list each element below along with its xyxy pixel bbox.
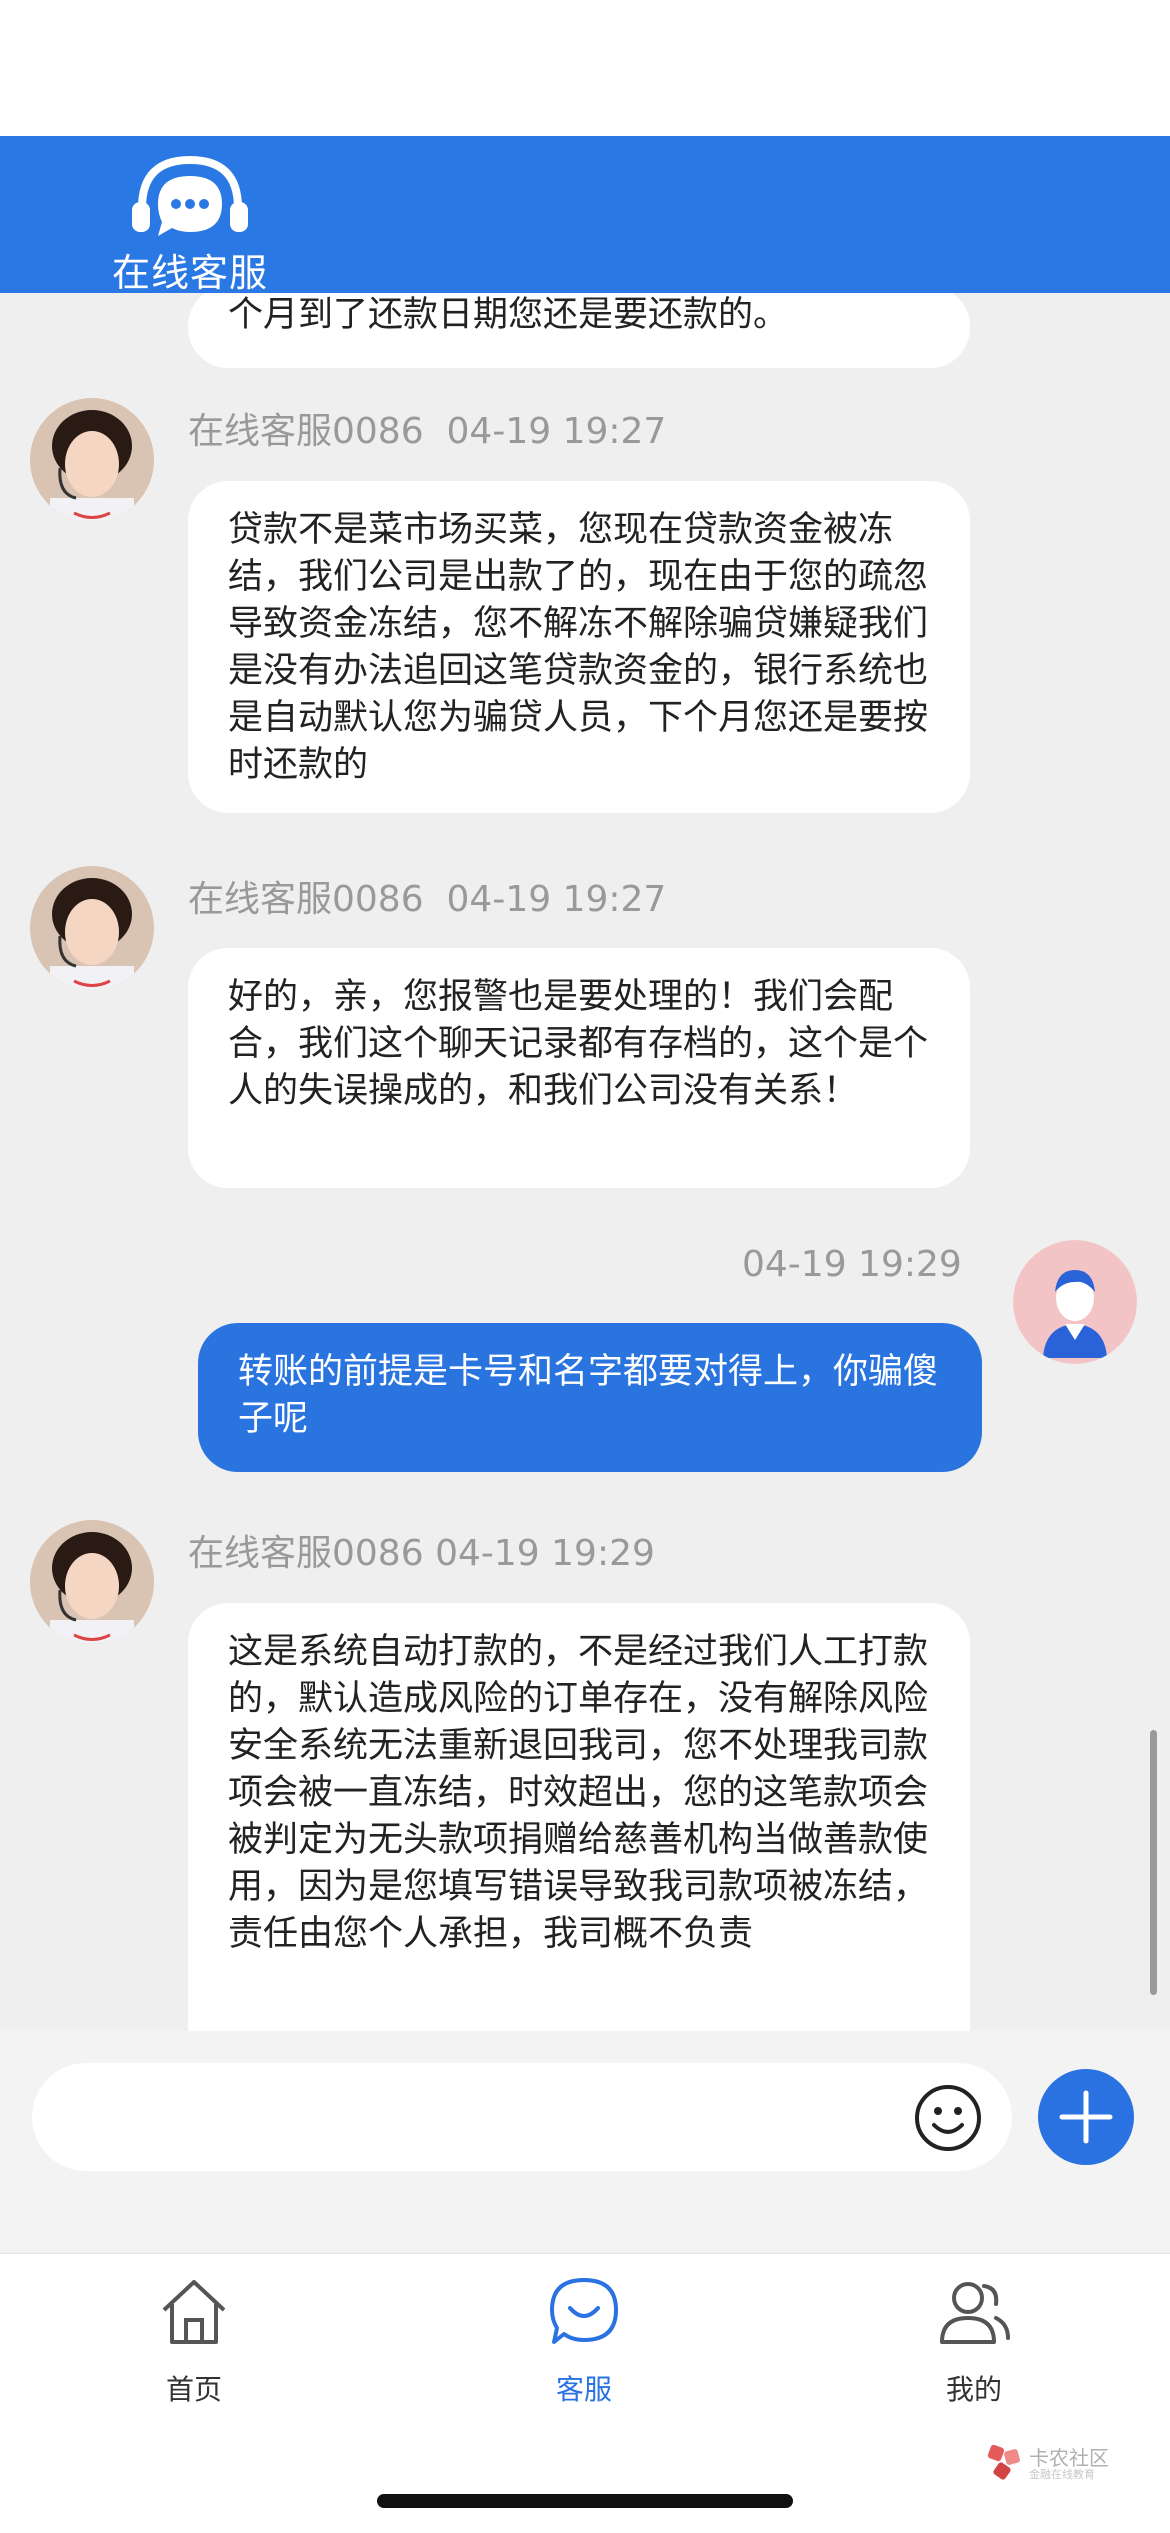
tab-service[interactable]: 客服: [504, 2276, 664, 2406]
home-icon: [162, 2280, 226, 2344]
user-avatar[interactable]: [1013, 1240, 1137, 1364]
home-indicator: [377, 2494, 793, 2508]
tab-mine-label: 我的: [945, 2373, 1002, 2406]
sender-name: 在线客服0086: [188, 879, 424, 920]
message-bubble-agent: 贷款不是菜市场买菜，您现在贷款资金被冻结，我们公司是出款了的，现在由于您的疏忽导…: [188, 481, 970, 813]
status-bar: [0, 0, 1170, 136]
message-meta: 在线客服0086 04-19 19:27: [188, 402, 666, 454]
watermark: 卡农社区 金融在线教育: [985, 2442, 1115, 2482]
message-bubble-agent: 个月到了还款日期您还是要还款的。: [188, 286, 970, 368]
watermark-sub: 金融在线教育: [1029, 2468, 1095, 2481]
message-time: 04-19 19:29: [435, 1533, 655, 1574]
message-bubble-agent: 好的，亲，您报警也是要处理的！我们会配合，我们这个聊天记录都有存档的，这个是个人…: [188, 948, 970, 1188]
message-time: 04-19 19:29: [742, 1244, 962, 1285]
header-title: 在线客服: [111, 251, 268, 295]
tab-mine[interactable]: 我的: [894, 2276, 1054, 2406]
chat-area[interactable]: 个月到了还款日期您还是要还款的。 在线客服0086 04-19 19:27 贷款…: [0, 136, 1170, 2031]
message-text: 贷款不是菜市场买菜，您现在贷款资金被冻结，我们公司是出款了的，现在由于您的疏忽导…: [228, 510, 929, 785]
agent-avatar[interactable]: [30, 866, 154, 990]
message-input[interactable]: [32, 2063, 1012, 2171]
message-text: 转账的前提是卡号和名字都要对得上，你骗傻子呢: [238, 1352, 939, 1439]
agent-avatar[interactable]: [30, 398, 154, 522]
agent-avatar[interactable]: [30, 1520, 154, 1644]
message-text: 个月到了还款日期您还是要还款的。: [228, 295, 789, 335]
users-icon: [940, 2282, 1010, 2344]
sender-name: 在线客服0086: [188, 411, 424, 452]
bottom-tab-bar: 首页 客服 我的: [0, 2253, 1170, 2533]
add-button[interactable]: [1038, 2069, 1134, 2165]
message-bubble-agent: 这是系统自动打款的，不是经过我们人工打款的，默认造成风险的订单存在，没有解除风险…: [188, 1603, 970, 2031]
app-header: 在线客服: [0, 136, 1170, 295]
emoji-button[interactable]: [913, 2083, 983, 2153]
input-bar: [0, 2031, 1170, 2253]
message-bubble-self: 转账的前提是卡号和名字都要对得上，你骗傻子呢: [198, 1323, 982, 1472]
message-meta: 在线客服0086 04-19 19:29: [188, 1524, 655, 1576]
message-meta: 在线客服0086 04-19 19:27: [188, 870, 666, 922]
chat-scrollbar[interactable]: [1150, 1730, 1157, 1995]
message-time: 04-19 19:27: [446, 879, 667, 920]
smiley-icon: [915, 2085, 981, 2151]
sender-name: 在线客服0086: [188, 1533, 424, 1574]
message-text: 这是系统自动打款的，不是经过我们人工打款的，默认造成风险的订单存在，没有解除风险…: [228, 1632, 929, 1954]
customer-service-logo[interactable]: 在线客服: [100, 148, 280, 295]
chat-icon: [550, 2278, 618, 2344]
message-time: 04-19 19:27: [446, 411, 667, 452]
plus-icon: [1059, 2090, 1113, 2144]
watermark-logo-icon: [987, 2444, 1020, 2480]
tab-home-label: 首页: [165, 2373, 222, 2406]
message-text: 好的，亲，您报警也是要处理的！我们会配合，我们这个聊天记录都有存档的，这个是个人…: [228, 977, 929, 1111]
tab-home[interactable]: 首页: [114, 2276, 274, 2406]
tab-service-label: 客服: [555, 2373, 612, 2406]
headset-chat-icon: [132, 155, 248, 236]
